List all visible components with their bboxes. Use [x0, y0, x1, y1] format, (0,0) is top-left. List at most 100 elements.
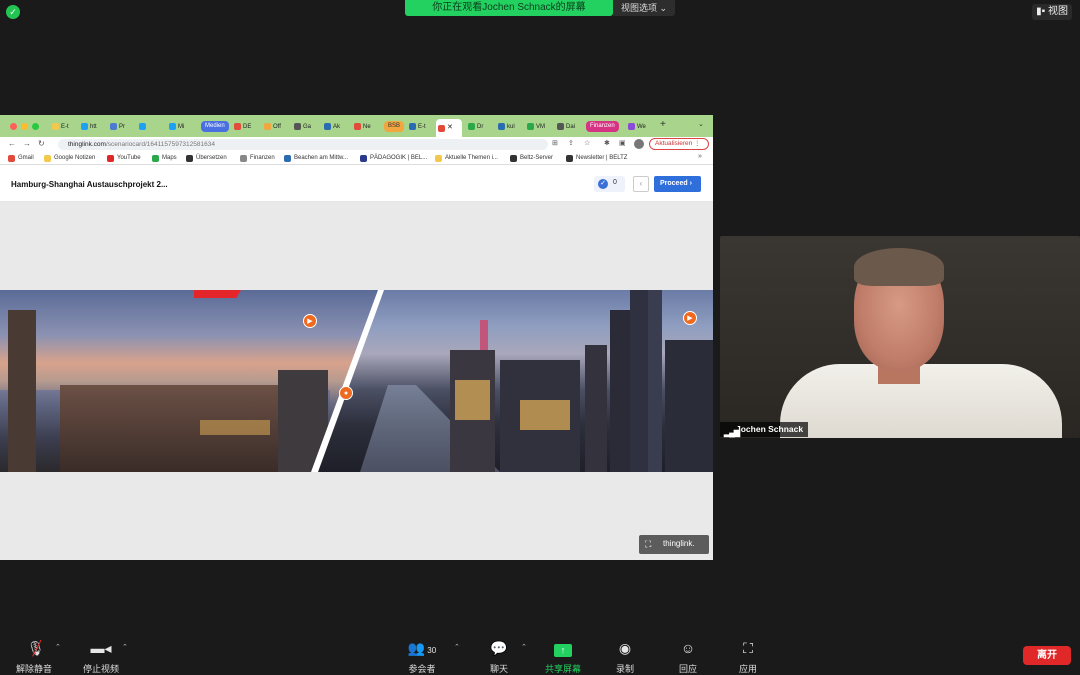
browser-tab[interactable]: htt — [79, 120, 97, 134]
video-hotspot-icon[interactable]: ▶ — [303, 314, 317, 328]
tab-favicon-icon — [527, 123, 534, 130]
red-banner-tab — [194, 290, 241, 298]
fullscreen-icon[interactable]: ⛶ — [645, 539, 651, 550]
thinglink-header: Hamburg-Shanghai Austauschprojekt 2... ✓… — [0, 165, 713, 202]
bookmark-item[interactable]: YouTube — [107, 154, 141, 163]
view-button[interactable]: ▮▪ 视图 — [1032, 4, 1072, 20]
thinglink-favicon-icon — [438, 125, 445, 132]
thinglink-brand: thinglink. — [663, 539, 695, 548]
bookmark-label: YouTube — [117, 155, 141, 161]
video-hotspot-icon[interactable]: ▶ — [683, 311, 697, 325]
bookmark-star-icon[interactable]: ☆ — [584, 139, 590, 147]
bookmark-item[interactable]: Beachen am Mittw... — [284, 154, 348, 163]
back-arrow-icon[interactable]: ← — [8, 139, 16, 148]
browser-tab[interactable]: Pr — [108, 120, 125, 134]
proceed-button[interactable]: Proceed › — [654, 176, 701, 192]
translate-icon[interactable]: ⊞ — [552, 139, 558, 147]
thinglink-badge[interactable]: ⛶ thinglink. — [639, 535, 709, 554]
bookmark-item[interactable]: Finanzen — [240, 154, 275, 163]
browser-tab[interactable] — [137, 120, 148, 134]
browser-tab[interactable]: E-t — [50, 120, 69, 134]
tab-group-medien[interactable]: Medien — [201, 121, 229, 132]
bookmark-label: Beltz-Server — [520, 155, 554, 161]
bookmark-favicon-icon — [566, 155, 573, 162]
browser-update-button[interactable]: Aktualisieren ⋮ — [649, 138, 709, 150]
participants-options-chevron-icon[interactable]: ⌃ — [454, 643, 460, 651]
close-window-icon[interactable] — [10, 123, 17, 130]
share-screen-icon: ↑ — [533, 639, 593, 657]
browser-tab[interactable]: We — [626, 120, 646, 134]
previous-button[interactable]: ‹ — [633, 176, 649, 192]
participant-name: Jochen Schnack — [736, 424, 804, 434]
bookmark-label: PÄDAGOGIK | BEL... — [370, 155, 428, 161]
skyscraper-cluster — [665, 340, 713, 472]
browser-tab[interactable]: Ne — [352, 120, 371, 134]
bookmark-item[interactable]: Übersetzen — [186, 154, 227, 163]
person-hotspot-icon[interactable]: ● — [339, 386, 353, 400]
audio-options-chevron-icon[interactable]: ⌃ — [55, 643, 61, 651]
encryption-shield-icon[interactable]: ✓ — [6, 5, 20, 19]
bookmark-item[interactable]: Beltz-Server — [510, 154, 553, 163]
browser-tab[interactable]: E-t — [407, 120, 426, 134]
apps-button[interactable]: ⛶ 应用 — [718, 639, 778, 675]
tab-favicon-icon — [557, 123, 564, 130]
browser-tab[interactable]: Mi — [167, 120, 184, 134]
reactions-button[interactable]: ☺ 回应 — [658, 639, 718, 675]
viewing-share-banner: 你正在观看Jochen Schnack的屏幕 — [405, 0, 613, 16]
participants-button[interactable]: 👥 30 参会者 — [392, 639, 452, 675]
bookmark-label: Finanzen — [250, 155, 275, 161]
signal-bars-icon: ▂▄▆ — [724, 428, 740, 437]
browser-tab-strip: E-t htt Pr Mi Medien DE Off Ga Ak Ne BSB… — [0, 115, 713, 137]
profile-avatar[interactable] — [634, 139, 644, 149]
extensions-puzzle-icon[interactable]: ✱ — [604, 139, 610, 147]
view-options-button[interactable]: 视图选项 ⌄ — [613, 0, 675, 16]
browser-tab-active[interactable]: ✕ — [436, 119, 462, 137]
bookmark-item[interactable]: PÄDAGOGIK | BEL... — [360, 154, 427, 163]
bookmark-favicon-icon — [510, 155, 517, 162]
more-bookmarks-icon[interactable]: » — [698, 153, 702, 160]
url-domain: thinglink.com — [68, 141, 106, 148]
share-icon[interactable]: ⇪ — [568, 139, 574, 147]
new-tab-icon[interactable]: + — [660, 119, 666, 130]
bookmark-item[interactable]: Gmail — [8, 154, 34, 163]
update-button-label: Aktualisieren — [655, 140, 693, 147]
sidebar-panel-icon[interactable]: ▣ — [619, 139, 626, 147]
bookmark-item[interactable]: Google Notizen — [44, 154, 95, 163]
bookmark-item[interactable]: Maps — [152, 154, 177, 163]
skyscraper — [585, 345, 607, 472]
browser-tab[interactable]: Ga — [292, 120, 311, 134]
leave-meeting-button[interactable]: 离开 — [1023, 646, 1071, 665]
forward-arrow-icon[interactable]: → — [23, 139, 31, 148]
maximize-window-icon[interactable] — [32, 123, 39, 130]
shared-screen[interactable]: E-t htt Pr Mi Medien DE Off Ga Ak Ne BSB… — [0, 115, 713, 560]
browser-tab[interactable]: Dai — [555, 120, 575, 134]
tab-close-icon[interactable]: ✕ — [447, 124, 453, 131]
completion-count: 0 — [613, 179, 617, 186]
browser-tab[interactable]: Ak — [322, 120, 340, 134]
share-screen-button[interactable]: ↑ 共享屏幕 — [533, 639, 593, 675]
bookmark-favicon-icon — [8, 155, 15, 162]
participant-video-tile[interactable]: ▂▄▆ Jochen Schnack — [720, 236, 1080, 438]
url-field[interactable]: thinglink.com/scenariocard/1641157597312… — [58, 139, 548, 150]
tab-group-bsb[interactable]: BSB — [384, 121, 405, 132]
bookmark-item[interactable]: Aktuelle Themen i... — [435, 154, 498, 163]
browser-tab[interactable]: DE — [232, 120, 251, 134]
record-button[interactable]: ◉ 录制 — [595, 639, 655, 675]
scenario-image[interactable]: ▶ ▶ ● — [0, 290, 713, 472]
bookmark-item[interactable]: Newsletter | BELTZ — [566, 154, 627, 163]
reactions-label: 回应 — [678, 664, 697, 674]
minimize-window-icon[interactable] — [21, 123, 28, 130]
tab-group-finanzen[interactable]: Finanzen — [586, 121, 619, 132]
reload-icon[interactable]: ↻ — [38, 139, 45, 148]
chat-options-chevron-icon[interactable]: ⌃ — [521, 643, 527, 651]
city-lights — [455, 380, 490, 420]
browser-tab[interactable]: kul — [496, 120, 515, 134]
tab-search-chevron-icon[interactable]: ⌄ — [698, 120, 704, 128]
chat-label: 聊天 — [489, 664, 508, 674]
chat-button[interactable]: 💬 聊天 — [469, 639, 529, 675]
browser-tab[interactable]: Off — [262, 120, 281, 134]
browser-tab[interactable]: VM — [525, 120, 545, 134]
browser-tab[interactable]: Dr — [466, 120, 483, 134]
share-screen-label: 共享屏幕 — [544, 664, 581, 674]
video-options-chevron-icon[interactable]: ⌃ — [122, 643, 128, 651]
